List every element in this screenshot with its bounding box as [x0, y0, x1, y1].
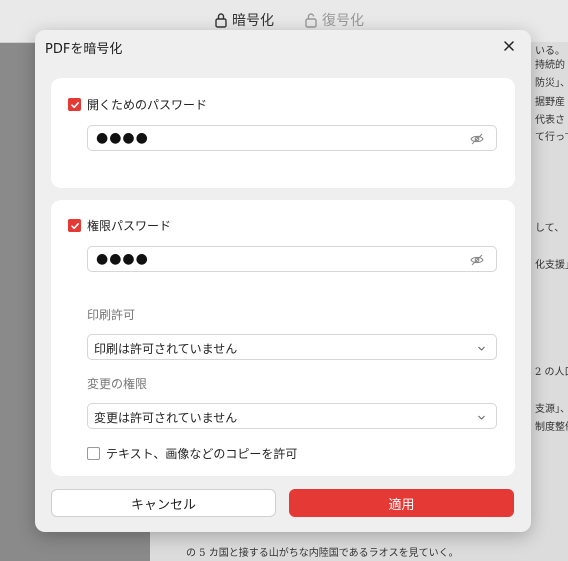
copy-permission-checkbox-row[interactable]: テキスト、画像などのコピーを許可	[87, 445, 297, 462]
doc-line: 制度整備	[535, 422, 568, 433]
close-icon	[504, 41, 514, 51]
permission-password-checkbox[interactable]	[68, 219, 81, 232]
doc-line: いる。	[535, 46, 565, 57]
encrypt-tool[interactable]: 暗号化	[214, 10, 274, 30]
doc-line: 2 の人口	[535, 367, 568, 378]
doc-line: 代表さ	[535, 115, 565, 126]
change-permission-select[interactable]: 変更は許可されていません	[87, 403, 497, 429]
cancel-button[interactable]: キャンセル	[51, 489, 276, 517]
dialog-title: PDFを暗号化	[45, 42, 123, 57]
print-permission-label: 印刷許可	[87, 308, 136, 322]
change-permission-label: 変更の権限	[87, 377, 148, 391]
checkmark-icon	[70, 101, 79, 108]
open-password-value: ●●●●	[96, 130, 149, 146]
close-button[interactable]	[501, 38, 517, 54]
print-permission-value: 印刷は許可されていません	[94, 342, 238, 356]
apply-button[interactable]: 適用	[289, 489, 514, 517]
copy-permission-checkbox[interactable]	[87, 447, 100, 460]
change-permission-value: 変更は許可されていません	[94, 411, 238, 425]
doc-line: 防災」、	[535, 78, 568, 89]
doc-line: 支源」、「	[535, 404, 568, 415]
encrypt-pdf-dialog: PDFを暗号化 開くためのパスワード ●●●● 権限パスワード ●●●● 印刷許…	[35, 30, 531, 532]
doc-line: 化支援」	[535, 260, 568, 271]
copy-permission-label: テキスト、画像などのコピーを許可	[106, 447, 298, 461]
doc-line: して、	[535, 223, 565, 234]
open-password-card: 開くためのパスワード ●●●●	[51, 78, 515, 188]
unlock-icon	[305, 13, 317, 28]
open-password-input[interactable]: ●●●●	[87, 125, 497, 151]
open-password-checkbox[interactable]	[68, 98, 81, 111]
open-password-checkbox-row[interactable]: 開くためのパスワード	[68, 96, 207, 113]
decrypt-tool-label: 復号化	[322, 13, 364, 29]
permission-password-checkbox-row[interactable]: 権限パスワード	[68, 217, 171, 234]
permission-password-card: 権限パスワード ●●●● 印刷許可 印刷は許可されていません 変更の権限 変更は…	[51, 200, 515, 476]
permission-password-label: 権限パスワード	[87, 219, 172, 233]
chevron-down-icon	[478, 415, 485, 420]
decrypt-tool: 復号化	[304, 10, 364, 30]
doc-line: て行って	[535, 132, 568, 143]
eye-hidden-icon[interactable]	[470, 132, 484, 146]
print-permission-select[interactable]: 印刷は許可されていません	[87, 334, 497, 360]
permission-password-input[interactable]: ●●●●	[87, 246, 497, 272]
doc-line: の 5 カ国と接する山がちな内陸国であるラオスを見ていく。	[186, 548, 459, 559]
doc-line: 据野産	[535, 97, 565, 108]
eye-hidden-icon[interactable]	[470, 253, 484, 267]
permission-password-value: ●●●●	[96, 251, 149, 267]
chevron-down-icon	[478, 346, 485, 351]
encrypt-tool-label: 暗号化	[232, 13, 274, 29]
open-password-label: 開くためのパスワード	[87, 98, 208, 112]
checkmark-icon	[70, 222, 79, 229]
lock-icon	[215, 13, 227, 28]
doc-line: 持続的	[535, 60, 565, 71]
